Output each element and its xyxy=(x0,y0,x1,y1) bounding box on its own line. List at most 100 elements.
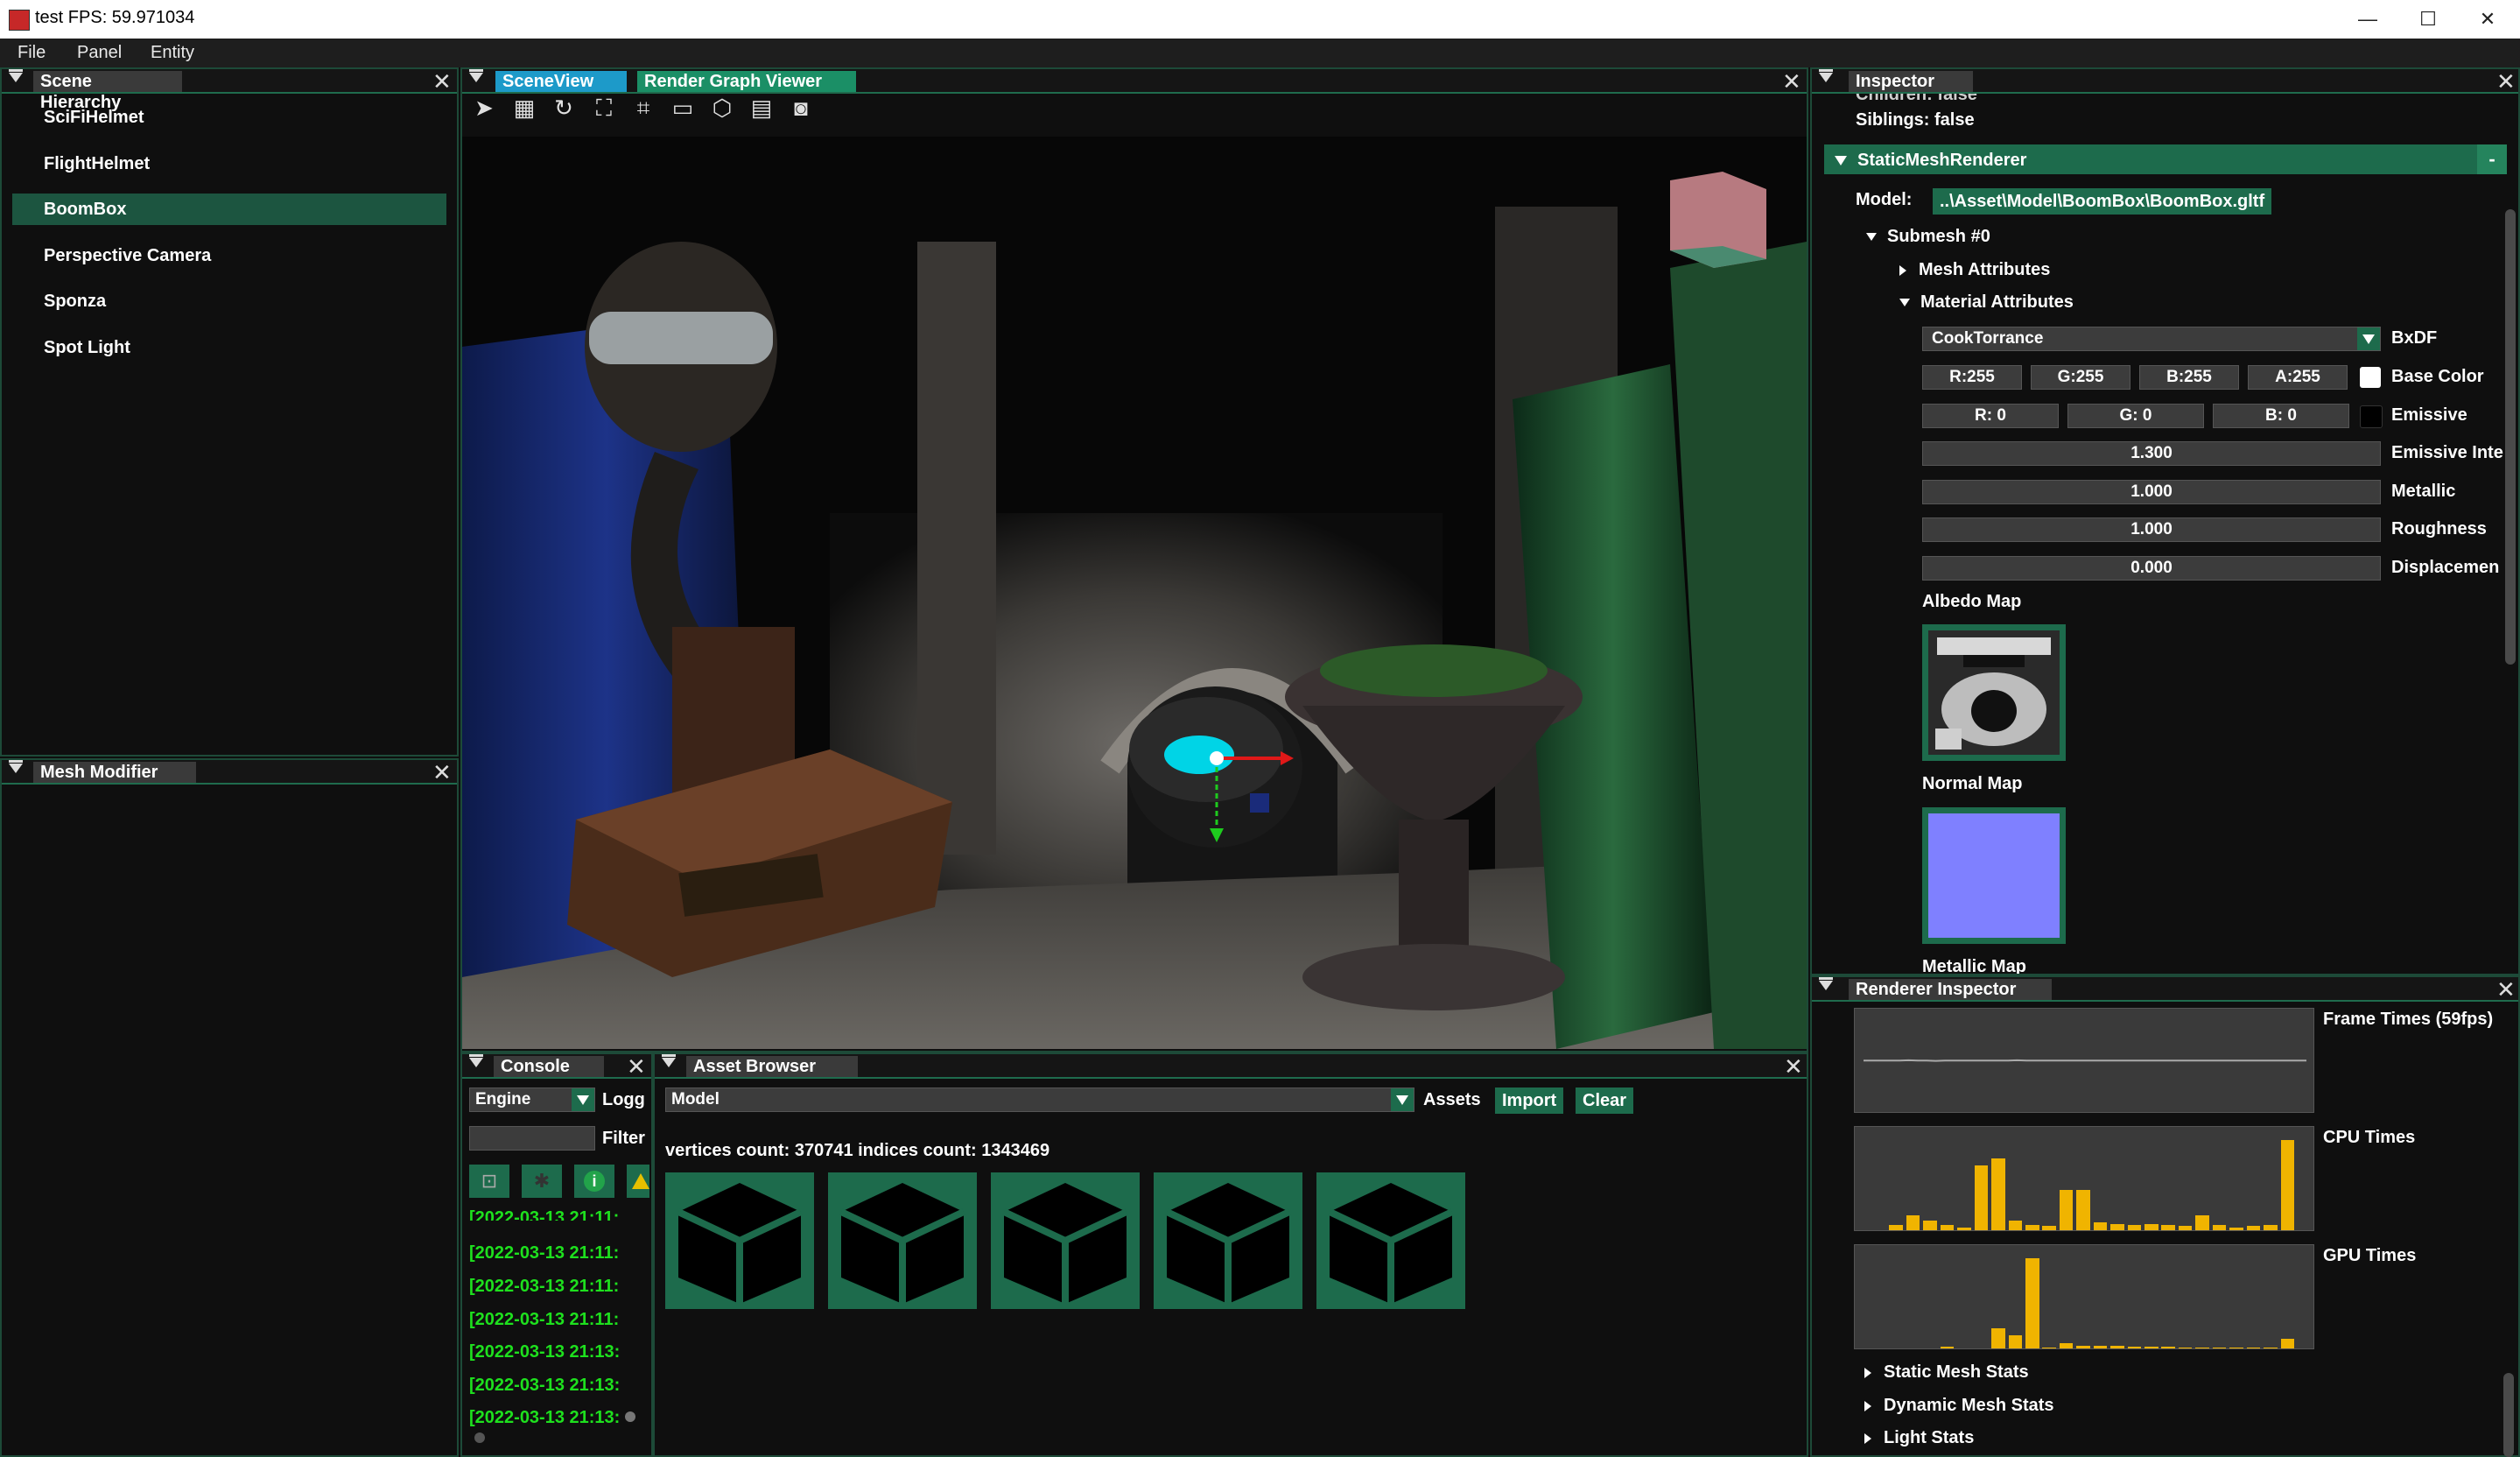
metallic-slider[interactable]: 1.000 xyxy=(1922,480,2381,504)
console-source-select[interactable]: Engine xyxy=(469,1087,595,1112)
emissive-intensity-slider[interactable]: 1.300 xyxy=(1922,441,2381,466)
graph-bar xyxy=(2280,1140,2295,1230)
scene-viewport[interactable] xyxy=(462,137,1807,1049)
inspector-scrollbar[interactable] xyxy=(2505,209,2516,665)
import-button[interactable]: Import xyxy=(1495,1087,1564,1114)
close-icon[interactable]: ✕ xyxy=(432,759,452,786)
bxdf-select[interactable]: CookTorrance xyxy=(1922,327,2381,351)
static-mesh-stats-node[interactable]: Static Mesh Stats xyxy=(1864,1362,2029,1383)
menu-panel[interactable]: Panel xyxy=(77,43,122,63)
dynamic-mesh-stats-node[interactable]: Dynamic Mesh Stats xyxy=(1864,1396,2054,1416)
roughness-slider[interactable]: 1.000 xyxy=(1922,517,2381,542)
close-icon[interactable]: ✕ xyxy=(1784,1053,1803,1080)
panel-menu-icon[interactable] xyxy=(9,69,23,82)
albedo-map-label: Albedo Map xyxy=(1922,592,2022,611)
frame-times-line xyxy=(1864,1059,2306,1062)
hierarchy-item-sponza[interactable]: Sponza xyxy=(12,285,446,317)
console-filter-input[interactable] xyxy=(469,1126,595,1151)
emissive-g-field[interactable]: G: 0 xyxy=(2067,404,2204,428)
graph-bar xyxy=(1923,1220,1937,1230)
save-icon[interactable]: ▤ xyxy=(748,95,775,121)
close-icon[interactable]: ✕ xyxy=(627,1054,646,1080)
info-icon[interactable]: i xyxy=(574,1165,614,1198)
base-color-a-field[interactable]: A:255 xyxy=(2248,365,2348,390)
graph-bar xyxy=(2076,1345,2090,1348)
asset-model-icon[interactable] xyxy=(991,1172,1140,1309)
clear-log-icon[interactable]: ⊡ xyxy=(469,1165,509,1198)
hierarchy-item-flighthelmet[interactable]: FlightHelmet xyxy=(12,148,446,179)
translate-icon[interactable]: ▦ xyxy=(511,95,537,121)
light-stats-node[interactable]: Light Stats xyxy=(1864,1428,1974,1448)
hierarchy-item-boombox[interactable]: BoomBox xyxy=(12,194,446,225)
select-cursor-icon[interactable]: ➤ xyxy=(471,95,497,121)
tab-mesh-modifier[interactable]: Mesh Modifier xyxy=(33,762,196,783)
base-color-swatch[interactable] xyxy=(2360,367,2381,388)
panel-menu-icon[interactable] xyxy=(1819,69,1833,82)
emissive-intensity-label: Emissive Inte xyxy=(2391,443,2503,462)
frame-times-label: Frame Times (59fps) xyxy=(2323,1010,2494,1029)
rect-transform-icon[interactable]: ⌗ xyxy=(630,95,656,121)
tab-render-graph-viewer[interactable]: Render Graph Viewer xyxy=(637,71,856,92)
component-header[interactable]: StaticMeshRenderer - xyxy=(1824,144,2507,174)
mesh-attributes-node[interactable]: Mesh Attributes xyxy=(1899,260,2050,280)
close-icon[interactable]: ✕ xyxy=(432,68,452,95)
graph-bar xyxy=(2025,1258,2039,1348)
scale-icon[interactable]: ⛶ xyxy=(591,95,617,121)
shape-icon[interactable]: ⬡ xyxy=(709,95,735,121)
hierarchy-item-scifihelmet[interactable]: SciFiHelmet xyxy=(12,102,446,133)
console-hscroll-thumb[interactable] xyxy=(474,1432,485,1443)
tab-sceneview[interactable]: SceneView xyxy=(495,71,627,92)
maximize-button[interactable]: ☐ xyxy=(2402,4,2454,35)
panel-menu-icon[interactable] xyxy=(9,760,23,773)
debug-bug-icon[interactable]: ✱ xyxy=(522,1165,562,1198)
menu-file[interactable]: File xyxy=(18,43,46,63)
normal-map-label: Normal Map xyxy=(1922,774,2023,793)
console-vscroll-thumb[interactable] xyxy=(625,1411,635,1422)
normal-map-thumbnail[interactable] xyxy=(1922,807,2066,944)
asset-model-icon[interactable] xyxy=(1316,1172,1465,1309)
emissive-b-field[interactable]: B: 0 xyxy=(2213,404,2349,428)
remove-component-button[interactable]: - xyxy=(2477,144,2507,174)
panel-menu-icon[interactable] xyxy=(1819,977,1833,990)
base-color-r-field[interactable]: R:255 xyxy=(1922,365,2022,390)
rotate-icon[interactable]: ↻ xyxy=(551,95,577,121)
asset-model-icon[interactable] xyxy=(665,1172,814,1309)
console-log-line: [2022-03-13 21:13: xyxy=(469,1408,621,1427)
panel-menu-icon[interactable] xyxy=(469,69,483,82)
panel-menu-icon[interactable] xyxy=(662,1054,676,1067)
camera-icon[interactable]: ◙ xyxy=(788,95,814,121)
tab-console[interactable]: Console xyxy=(494,1056,604,1077)
emissive-r-field[interactable]: R: 0 xyxy=(1922,404,2059,428)
clear-button[interactable]: Clear xyxy=(1576,1087,1634,1114)
tab-renderer-inspector[interactable]: Renderer Inspector xyxy=(1849,979,2052,1000)
hierarchy-item-spot-light[interactable]: Spot Light xyxy=(12,332,446,363)
albedo-map-thumbnail[interactable] xyxy=(1922,624,2066,761)
asset-type-select[interactable]: Model xyxy=(665,1087,1414,1112)
bxdf-label: BxDF xyxy=(2391,328,2438,348)
asset-model-icon[interactable] xyxy=(828,1172,977,1309)
base-color-b-field[interactable]: B:255 xyxy=(2139,365,2239,390)
close-icon[interactable]: ✕ xyxy=(2496,69,2516,95)
material-attributes-node[interactable]: Material Attributes xyxy=(1899,292,2074,313)
warning-icon[interactable] xyxy=(627,1165,649,1198)
model-path-field[interactable]: ..\Asset\Model\BoomBox\BoomBox.gltf xyxy=(1933,188,2272,215)
renderer-scrollbar[interactable] xyxy=(2503,1373,2514,1457)
tab-asset-browser[interactable]: Asset Browser xyxy=(686,1056,858,1077)
close-icon[interactable]: ✕ xyxy=(2496,976,2516,1003)
tab-scene-hierarchy[interactable]: Scene Hierarchy xyxy=(33,71,182,112)
graph-bar xyxy=(2076,1190,2090,1230)
panel-menu-icon[interactable] xyxy=(469,1054,483,1067)
display-icon[interactable]: ▭ xyxy=(670,95,696,121)
tab-inspector[interactable]: Inspector xyxy=(1849,71,1973,92)
submesh-node[interactable]: Submesh #0 xyxy=(1866,227,1990,247)
displacement-slider[interactable]: 0.000 xyxy=(1922,556,2381,581)
emissive-swatch[interactable] xyxy=(2360,405,2383,428)
close-icon[interactable]: ✕ xyxy=(1782,68,1801,95)
close-button[interactable]: ✕ xyxy=(2461,4,2514,35)
gpu-times-label: GPU Times xyxy=(2323,1246,2417,1265)
hierarchy-item-perspective-camera[interactable]: Perspective Camera xyxy=(12,240,446,271)
menu-entity[interactable]: Entity xyxy=(151,43,194,63)
asset-model-icon[interactable] xyxy=(1154,1172,1302,1309)
base-color-g-field[interactable]: G:255 xyxy=(2031,365,2130,390)
minimize-button[interactable]: — xyxy=(2341,4,2394,35)
